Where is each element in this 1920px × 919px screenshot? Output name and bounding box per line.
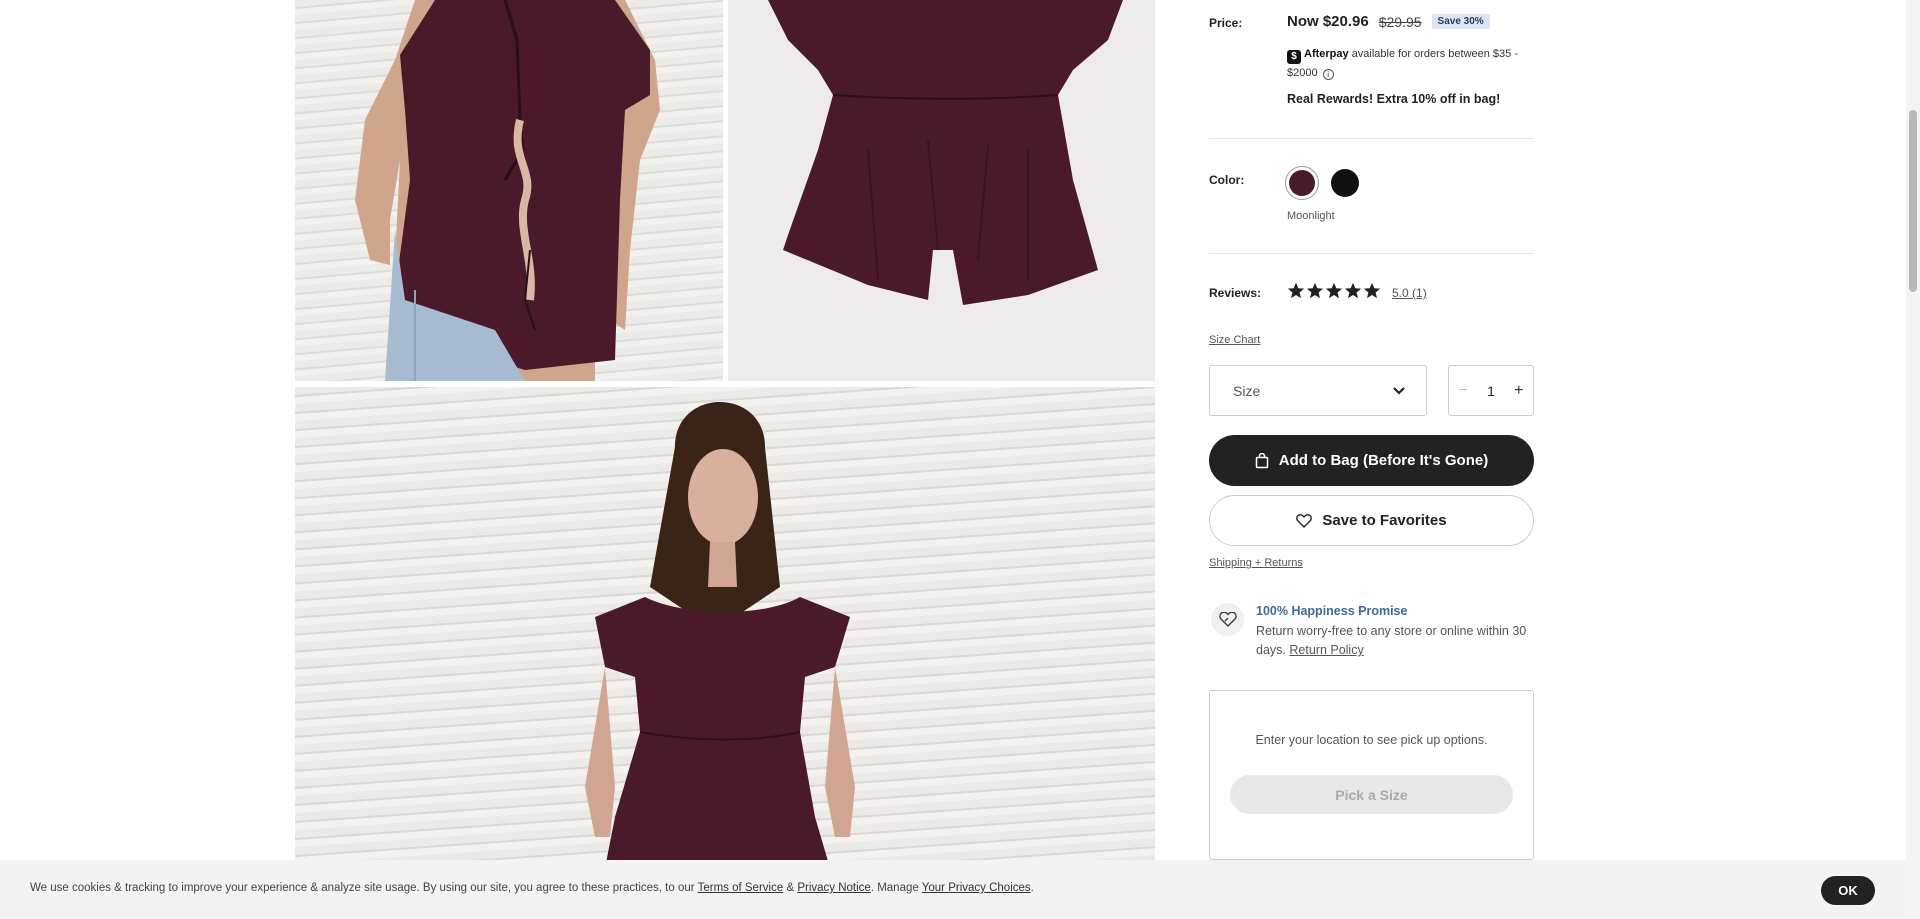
info-icon[interactable]: i [1322,69,1334,80]
terms-of-service-link[interactable]: Terms of Service [698,882,784,894]
review-count: (1) [1412,286,1427,300]
star-rating [1287,282,1381,300]
size-chart-link[interactable]: Size Chart [1209,334,1260,346]
star-icon [1306,282,1324,299]
afterpay-message: $ Afterpay available for orders between $… [1287,45,1527,82]
store-pickup-box: Enter your location to see pick up optio… [1209,690,1534,860]
reviews-link[interactable]: 5.0 (1) [1392,286,1427,300]
original-price: $29.95 [1378,13,1422,30]
heart-icon [1296,513,1313,528]
afterpay-logo-icon: $ [1287,50,1301,64]
heart-promise-icon [1211,603,1244,636]
save-to-favorites-button[interactable]: Save to Favorites [1209,495,1534,546]
star-icon [1325,282,1343,299]
cookie-amp: & [786,882,795,894]
star-icon [1344,282,1362,299]
cookie-message: We use cookies & tracking to improve you… [30,882,1034,894]
scrollbar-thumb[interactable] [1909,110,1917,292]
shipping-returns-link[interactable]: Shipping + Returns [1209,557,1303,569]
size-select[interactable]: Size [1209,365,1427,416]
quantity-value[interactable]: 1 [1487,383,1495,399]
divider [1209,138,1534,139]
increment-button[interactable]: + [1514,382,1523,400]
cookie-text: We use cookies & tracking to improve you… [30,882,695,894]
price-label: Price: [1209,16,1243,30]
cookie-manage: . Manage [870,882,919,894]
discount-badge: Save 30% [1431,14,1490,29]
page-scrollbar[interactable] [1906,0,1920,919]
happiness-promise-title: 100% Happiness Promise [1256,604,1408,618]
rewards-message: Real Rewards! Extra 10% off in bag! [1287,92,1501,106]
selected-color-name: Moonlight [1287,210,1335,222]
privacy-choices-link[interactable]: Your Privacy Choices [922,882,1031,894]
return-policy-link[interactable]: Return Policy [1289,643,1363,657]
privacy-notice-link[interactable]: Privacy Notice [797,882,871,894]
color-swatch-black[interactable] [1331,169,1359,197]
add-to-bag-button[interactable]: Add to Bag (Before It's Gone) [1209,435,1534,486]
color-swatch-moonlight[interactable] [1285,166,1319,200]
star-icon [1287,282,1305,299]
pick-a-size-button[interactable]: Pick a Size [1230,775,1513,814]
add-to-bag-label: Add to Bag (Before It's Gone) [1278,452,1489,469]
quantity-stepper: − 1 + [1448,365,1534,416]
size-placeholder: Size [1233,382,1261,399]
cookie-period: . [1030,882,1034,894]
product-image-back-view[interactable] [295,0,723,381]
cookie-banner: We use cookies & tracking to improve you… [0,860,1906,919]
cookie-ok-button[interactable]: OK [1821,876,1875,905]
afterpay-brand: Afterpay [1304,48,1349,60]
sale-price: Now $20.96 [1287,13,1369,30]
rating-value: 5.0 [1392,286,1409,300]
product-image-model-front[interactable] [295,387,1155,919]
chevron-down-icon [1393,386,1405,395]
decrement-button[interactable]: − [1459,382,1468,400]
color-label: Color: [1209,173,1245,187]
divider [1209,253,1534,254]
product-gallery [295,0,1155,919]
reviews-label: Reviews: [1209,286,1262,300]
product-image-flat-lay[interactable] [728,0,1155,381]
save-to-favorites-label: Save to Favorites [1322,512,1447,529]
star-icon [1363,282,1381,299]
shopping-bag-icon [1255,452,1269,468]
happiness-promise-text: Return worry-free to any store or online… [1256,622,1536,660]
price-line: Now $20.96 $29.95 Save 30% [1287,13,1490,30]
pickup-prompt: Enter your location to see pick up optio… [1255,733,1488,747]
